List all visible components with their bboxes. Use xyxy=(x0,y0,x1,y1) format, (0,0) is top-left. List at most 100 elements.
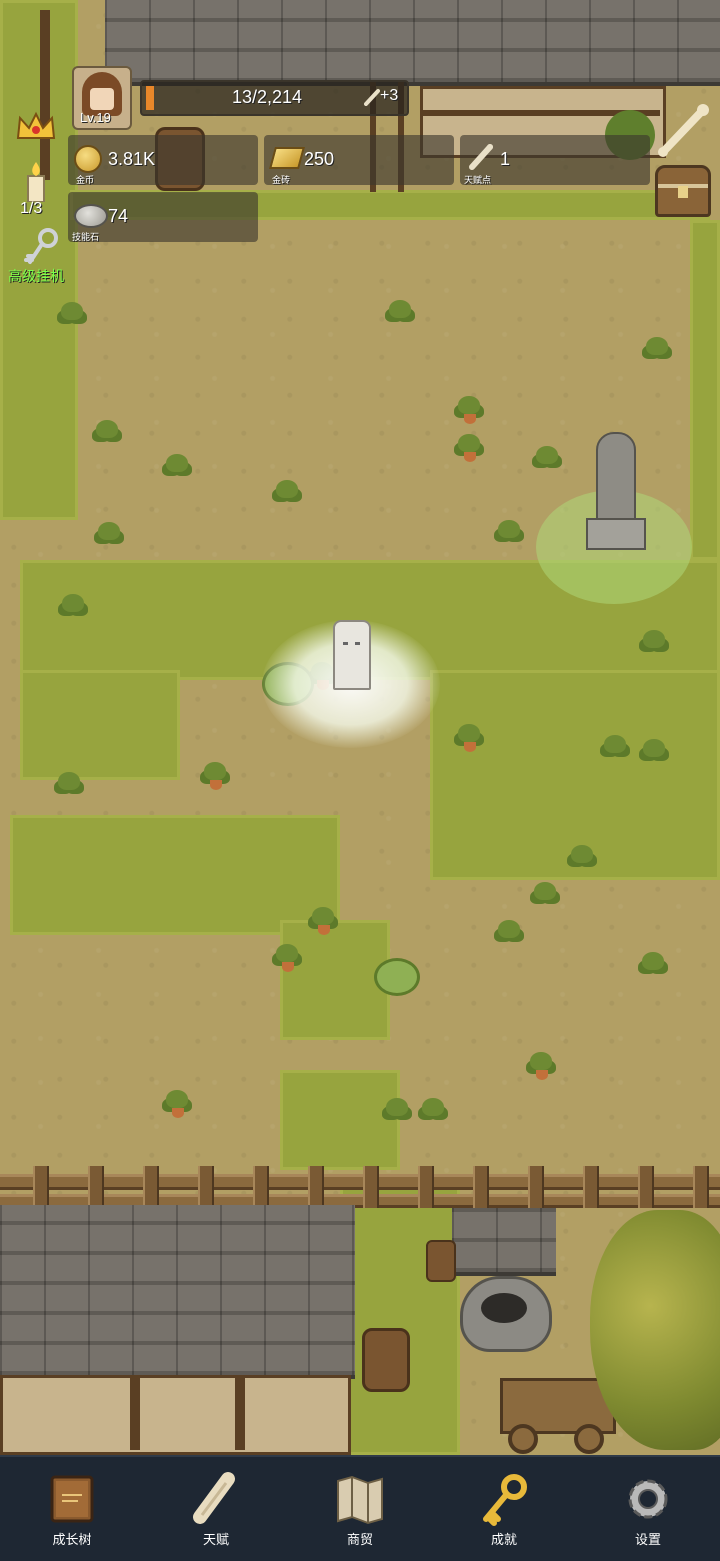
nav-label: 成就 xyxy=(490,1532,517,1547)
nav-trade[interactable]: 商贸 xyxy=(288,1457,432,1561)
fence-rail xyxy=(0,1174,720,1190)
gear-icon xyxy=(620,1471,676,1527)
fence-post xyxy=(143,1166,159,1208)
seedling xyxy=(383,298,417,330)
fence-post xyxy=(473,1166,489,1208)
skill-stone-value: 74 xyxy=(108,206,129,226)
skill-stone-icon xyxy=(74,204,108,228)
nav-talent[interactable]: 天赋 xyxy=(144,1457,288,1561)
fence-post xyxy=(198,1166,214,1208)
book-icon xyxy=(44,1471,100,1527)
fence-post xyxy=(583,1166,599,1208)
fence-post xyxy=(253,1166,269,1208)
barrel xyxy=(362,1328,410,1392)
nav-achievement[interactable]: 成就 xyxy=(432,1457,576,1561)
cart-wheel xyxy=(508,1424,538,1454)
seedling xyxy=(52,770,86,802)
bucket xyxy=(426,1240,456,1282)
skill-stone-panel[interactable]: 74 技能石 xyxy=(68,192,258,242)
grass-patch xyxy=(20,670,180,780)
bone-icon xyxy=(364,88,380,106)
grass-patch xyxy=(340,1180,460,1455)
wall-beam xyxy=(130,1378,140,1450)
carrot-crop[interactable] xyxy=(452,722,486,754)
seedling xyxy=(380,1096,414,1128)
talent-point-value: 1 xyxy=(500,149,511,169)
well-hole xyxy=(481,1293,527,1323)
nav-label: 成长树 xyxy=(52,1532,92,1547)
seedling xyxy=(640,335,674,367)
seedling xyxy=(55,300,89,332)
carrot-crop[interactable] xyxy=(160,1088,194,1120)
bone-icon xyxy=(468,143,494,171)
fence-post xyxy=(308,1166,324,1208)
nav-label: 商贸 xyxy=(346,1532,373,1547)
talent-point-label: 天赋点 xyxy=(464,175,492,185)
fence-post xyxy=(88,1166,104,1208)
bone-weapon-icon[interactable] xyxy=(655,102,711,158)
nav-settings[interactable]: 设置 xyxy=(576,1457,720,1561)
gold-value: 3.81K xyxy=(108,149,156,169)
exp-progress-text: 13/2,214 xyxy=(232,87,303,107)
statue[interactable] xyxy=(596,432,636,528)
well-roof xyxy=(452,1208,556,1276)
gold-brick-panel[interactable]: 250 金砖 xyxy=(264,135,454,185)
character-eye xyxy=(343,642,348,645)
seedling xyxy=(92,520,126,552)
carrot-crop[interactable] xyxy=(452,432,486,464)
gold-coin-icon xyxy=(74,145,102,173)
treasure-chest-icon[interactable] xyxy=(655,165,711,217)
wooden-post xyxy=(40,10,50,180)
statue-pedestal xyxy=(586,518,646,550)
crown-icon[interactable] xyxy=(14,108,58,146)
character-eye xyxy=(355,642,360,645)
player-level: Lv.19 xyxy=(80,110,111,125)
carrot-crop[interactable] xyxy=(452,394,486,426)
carrot-crop[interactable] xyxy=(198,760,232,792)
fence-post xyxy=(638,1166,654,1208)
seedling xyxy=(528,880,562,912)
seedling xyxy=(530,444,564,476)
gold-brick-icon xyxy=(269,147,305,169)
bottom-nav: 成长树 天赋 商贸 成就 设置 xyxy=(0,1455,720,1561)
bottom-house-wall xyxy=(0,1375,351,1455)
fence-post xyxy=(693,1166,709,1208)
nav-label: 设置 xyxy=(634,1532,661,1547)
key-icon xyxy=(476,1471,532,1527)
grass-patch xyxy=(10,815,340,935)
wall-beam xyxy=(235,1378,245,1450)
player-character[interactable] xyxy=(333,620,371,690)
gold-brick-value: 250 xyxy=(304,149,335,169)
fence-post xyxy=(418,1166,434,1208)
seedling xyxy=(160,452,194,484)
fence-post xyxy=(33,1166,49,1208)
carrot-crop[interactable] xyxy=(524,1050,558,1082)
seedling xyxy=(637,628,671,660)
carrot-crop[interactable] xyxy=(270,942,304,974)
fence-post xyxy=(528,1166,544,1208)
idle-label[interactable]: 高级挂机 xyxy=(8,266,64,286)
talent-point-panel[interactable]: 1 天赋点 xyxy=(460,135,650,185)
seedling xyxy=(492,918,526,950)
scroll-icon xyxy=(188,1471,244,1527)
carrot-crop[interactable] xyxy=(306,905,340,937)
exp-bar-fill xyxy=(146,86,154,110)
cabbage-crop[interactable] xyxy=(374,958,420,996)
seedling xyxy=(416,1096,450,1128)
idle-key-icon[interactable] xyxy=(24,226,64,268)
nav-label: 天赋 xyxy=(202,1532,229,1547)
nav-growth-tree[interactable]: 成长树 xyxy=(0,1457,144,1561)
water-well[interactable] xyxy=(460,1276,552,1352)
seedling xyxy=(270,478,304,510)
candle-count: 1/3 xyxy=(20,200,43,217)
exp-bonus: +3 xyxy=(380,87,399,104)
candle-icon[interactable] xyxy=(22,160,50,203)
cart-wheel xyxy=(574,1424,604,1454)
exp-bar: 13/2,214 +3 xyxy=(140,80,409,116)
gold-label: 金币 xyxy=(76,175,95,185)
gold-panel[interactable]: 3.81K 金币 xyxy=(68,135,258,185)
gold-brick-label: 金砖 xyxy=(272,175,291,185)
bottom-house-roof xyxy=(0,1205,355,1379)
seedling xyxy=(598,733,632,765)
top-house-roof xyxy=(105,0,720,86)
